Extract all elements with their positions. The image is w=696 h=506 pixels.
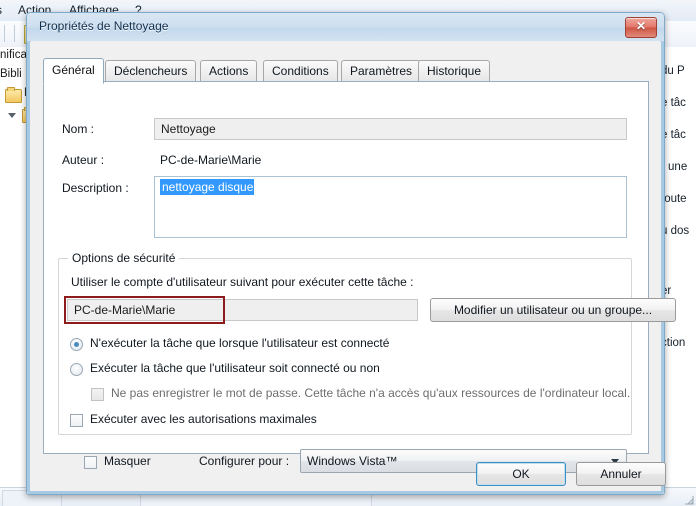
configure-for-value: Windows Vista™ <box>307 454 398 468</box>
dialog-titlebar[interactable]: Propriétés de Nettoyage ✕ <box>27 13 664 42</box>
description-field[interactable]: nettoyage disque <box>154 176 627 238</box>
expand-triangle-icon[interactable] <box>8 113 16 118</box>
resize-grip-icon[interactable] <box>684 495 694 505</box>
name-label: Nom : <box>62 122 95 136</box>
author-value: PC-de-Marie\Marie <box>160 153 262 167</box>
description-label: Description : <box>62 181 129 195</box>
tab-general[interactable]: Général <box>43 58 104 84</box>
tab-parametres[interactable]: Paramètres <box>341 60 422 82</box>
tree-item-planification[interactable]: nifica <box>0 49 27 61</box>
radio-run-whether-logged-on-or-not[interactable] <box>70 363 83 376</box>
checkbox-do-not-store-password[interactable] <box>91 388 104 401</box>
cancel-button[interactable]: Annuler <box>576 462 666 486</box>
radio-run-only-when-logged-on-label[interactable]: N'exécuter la tâche que lorsque l'utilis… <box>90 336 389 350</box>
ok-button[interactable]: OK <box>476 462 566 486</box>
action-item-6[interactable]: u dos <box>661 225 689 237</box>
change-user-or-group-button[interactable]: Modifier un utilisateur ou un groupe... <box>430 298 676 322</box>
radio-run-only-when-logged-on[interactable] <box>70 338 83 351</box>
close-icon: ✕ <box>635 19 647 33</box>
checkbox-run-with-highest-privileges[interactable] <box>70 414 83 427</box>
folder-icon <box>5 87 22 103</box>
tab-declencheurs[interactable]: Déclencheurs <box>105 60 197 82</box>
tab-conditions[interactable]: Conditions <box>263 60 338 82</box>
author-label: Auteur : <box>62 153 105 167</box>
task-properties-dialog: Propriétés de Nettoyage ✕ Général Déclen… <box>26 12 676 495</box>
tree-item-bibliotheque[interactable]: Bibli <box>0 68 22 80</box>
tab-page-general: Nom : Nettoyage Auteur : PC-de-Marie\Mar… <box>43 81 676 473</box>
checkbox-do-not-store-password-label[interactable]: Ne pas enregistrer le mot de passe. Cett… <box>111 386 630 400</box>
toolbar-separator <box>4 25 5 42</box>
checkbox-hidden[interactable] <box>84 456 97 469</box>
close-button[interactable]: ✕ <box>625 17 657 38</box>
security-options-title: Options de sécurité <box>68 251 180 265</box>
dialog-body: Général Déclencheurs Actions Conditions … <box>31 41 676 490</box>
security-options-group: Options de sécurité Utiliser le compte d… <box>58 251 676 435</box>
toolbar-separator <box>14 25 15 42</box>
checkbox-run-with-highest-privileges-label[interactable]: Exécuter avec les autorisations maximale… <box>90 412 317 426</box>
annotation-highlight-box <box>64 296 225 324</box>
dialog-title: Propriétés de Nettoyage <box>39 19 169 33</box>
configure-for-label: Configurer pour : <box>199 454 290 468</box>
radio-run-whether-logged-on-or-not-label[interactable]: Exécuter la tâche que l'utilisateur soit… <box>90 361 380 375</box>
description-selected-text: nettoyage disque <box>160 179 255 195</box>
hidden-label[interactable]: Masquer <box>104 454 151 468</box>
menu-item-partial[interactable]: s <box>0 3 2 17</box>
name-field[interactable]: Nettoyage <box>154 118 627 140</box>
account-prompt-label: Utiliser le compte d'utilisateur suivant… <box>71 275 414 289</box>
tab-historique[interactable]: Historique <box>418 60 491 82</box>
screen-root: s Action Affichage ? nifica Bibli M du P… <box>0 0 696 506</box>
tab-actions[interactable]: Actions <box>200 60 258 82</box>
